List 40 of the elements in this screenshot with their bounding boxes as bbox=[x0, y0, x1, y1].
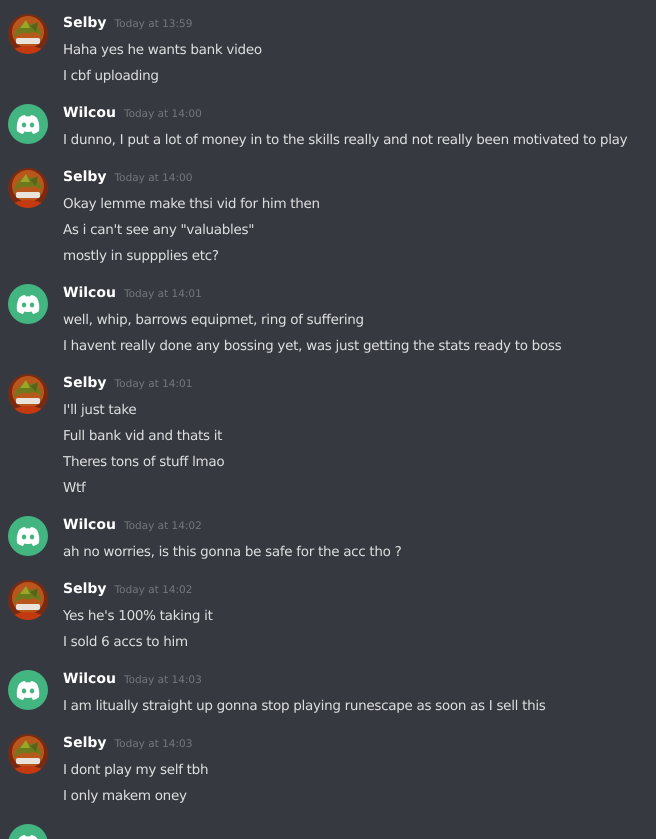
discord-avatar-icon bbox=[8, 670, 48, 710]
message-timestamp: Today at 14:00 bbox=[124, 108, 202, 120]
message-text: I cbf uploading bbox=[63, 67, 160, 86]
author-name[interactable]: Wilcou bbox=[63, 285, 116, 301]
message-text: Haha yes he wants bank video bbox=[63, 41, 262, 60]
message-timestamp: Today at 14:01 bbox=[114, 378, 192, 390]
message-text: Wtf bbox=[63, 479, 87, 498]
author-name[interactable]: Wilcou bbox=[63, 671, 116, 687]
message-text: mostly in suppplies etc? bbox=[63, 247, 220, 266]
discord-avatar-icon bbox=[8, 284, 48, 324]
author-name[interactable]: Selby bbox=[63, 581, 107, 597]
message-text: ah no worries, is this gonna be safe for the acc tho ? bbox=[63, 543, 402, 562]
message-text: I am litually straight up gonna stop playing runescape as soon as I sell this bbox=[63, 697, 546, 716]
author-name[interactable]: Selby bbox=[63, 169, 107, 185]
discord-avatar-icon bbox=[8, 104, 48, 144]
message-text: I only makem oney bbox=[63, 787, 188, 806]
message-text: I dont play my self tbh bbox=[63, 761, 208, 780]
message-text: As i can't see any "valuables" bbox=[63, 221, 256, 240]
author-name[interactable]: Selby bbox=[63, 735, 107, 751]
author-name[interactable]: Selby bbox=[63, 375, 107, 391]
message-text: I dunno, I put a lot of money in to the skills really and not really been motivated to play bbox=[63, 131, 628, 150]
message-text: I havent really done any bossing yet, was just getting the stats ready to boss bbox=[63, 337, 562, 356]
message-text: Theres tons of stuff lmao bbox=[63, 453, 224, 472]
author-name[interactable]: Wilcou bbox=[63, 105, 116, 121]
author-name[interactable]: Wilcou bbox=[63, 517, 116, 533]
message-timestamp: Today at 14:00 bbox=[114, 172, 192, 184]
message-text: Okay lemme make thsi vid for him then bbox=[63, 195, 320, 214]
message-timestamp: Today at 14:02 bbox=[124, 520, 202, 532]
message-timestamp: Today at 14:01 bbox=[124, 288, 202, 300]
message-timestamp: Today at 14:03 bbox=[124, 674, 202, 686]
author-name[interactable]: Selby bbox=[63, 15, 107, 31]
discord-avatar-icon bbox=[8, 516, 48, 556]
message-timestamp: Today at 14:02 bbox=[114, 584, 192, 596]
message-text: I sold 6 accs to him bbox=[63, 633, 189, 652]
message-timestamp: Today at 13:59 bbox=[114, 18, 192, 30]
message-text: Full bank vid and thats it bbox=[63, 427, 224, 446]
message-text: well, whip, barrows equipmet, ring of suffering bbox=[63, 311, 365, 330]
message-text: I'll just take bbox=[63, 401, 138, 420]
message-text: Yes he's 100% taking it bbox=[63, 607, 213, 626]
message-timestamp: Today at 14:03 bbox=[114, 738, 192, 750]
